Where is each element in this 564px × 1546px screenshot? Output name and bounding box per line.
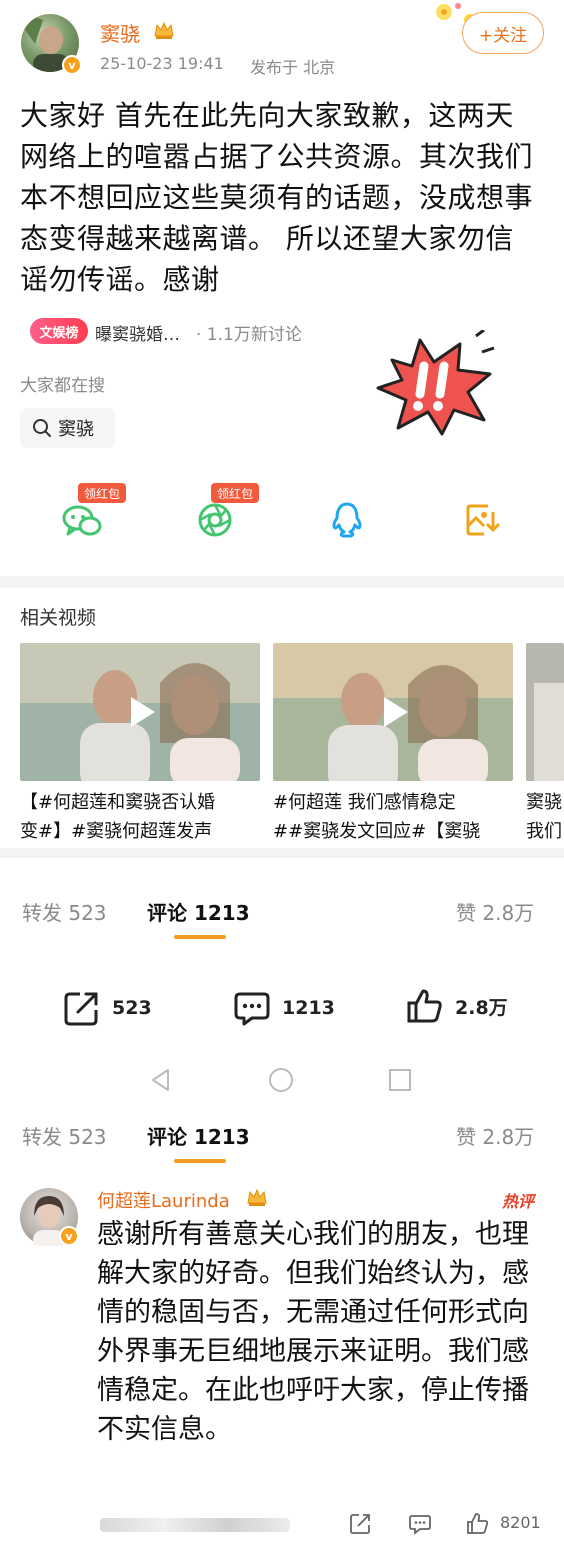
- verified-badge-icon: v: [59, 1226, 79, 1246]
- wechat-icon[interactable]: [60, 498, 104, 542]
- like-button[interactable]: 2.8万: [405, 986, 508, 1026]
- commenter-name[interactable]: 何超莲Laurinda: [97, 1187, 230, 1213]
- post-location: 发布于 北京: [250, 58, 336, 77]
- save-image-icon[interactable]: [460, 498, 504, 542]
- tab-active-indicator: [174, 935, 226, 939]
- trending-search-text: 窦骁: [58, 419, 94, 440]
- hot-topic-count: · 1.1万新讨论: [196, 325, 302, 345]
- hot-list-tag[interactable]: 文娱榜: [30, 318, 88, 344]
- nav-back-icon[interactable]: [148, 1067, 174, 1093]
- comment-button[interactable]: 1213: [232, 988, 335, 1028]
- comment-count: 1213: [282, 997, 335, 1019]
- hot-comment-badge: 热评: [502, 1192, 535, 1211]
- tab-repost[interactable]: 转发 523: [22, 897, 107, 926]
- crown-icon: [154, 21, 174, 39]
- repost-icon: [64, 992, 98, 1026]
- hot-topic-link[interactable]: 曝窦骁婚…: [95, 320, 180, 345]
- comment-text: 感谢所有善意关心我们的朋友，也理解大家的好奇。但我们始终认为，感情的稳固与否，无…: [97, 1219, 529, 1445]
- like-count: 2.8万: [455, 996, 508, 1019]
- blurred-reply-preview: [100, 1518, 290, 1532]
- video-caption[interactable]: 【#何超莲和窦骁否认婚 变#】#窦骁何超莲发声: [20, 788, 265, 846]
- comment-like-count: 8201: [500, 1513, 541, 1532]
- trending-search-chip[interactable]: 窦骁: [20, 408, 115, 448]
- video-thumbnail[interactable]: [20, 643, 260, 781]
- section-divider: [0, 848, 564, 858]
- tab-active-indicator: [174, 1159, 226, 1163]
- exclamation-burst-icon: [376, 330, 495, 436]
- video-caption[interactable]: #何超莲 我们感情稳定 ##窦骁发文回应#【窦骁: [273, 788, 518, 846]
- post-time: 25-10-23 19:41: [100, 54, 224, 73]
- section-divider: [0, 576, 564, 588]
- follow-button[interactable]: +关注: [462, 12, 544, 54]
- comment-like-icon[interactable]: [466, 1512, 490, 1536]
- repost-count: 523: [112, 997, 152, 1019]
- trending-search-label: 大家都在搜: [20, 376, 105, 396]
- qq-icon[interactable]: [325, 498, 369, 542]
- comment-repost-icon[interactable]: [348, 1512, 372, 1536]
- nav-recent-icon[interactable]: [387, 1067, 413, 1093]
- tab-comment[interactable]: 评论 1213: [147, 1121, 250, 1150]
- comment-icon: [234, 992, 270, 1026]
- video-thumbnail[interactable]: [526, 643, 564, 781]
- crown-icon: [247, 1188, 267, 1206]
- repost-button[interactable]: 523: [62, 988, 152, 1028]
- play-icon: [131, 697, 155, 727]
- thumbs-up-icon: [407, 989, 442, 1023]
- video-caption[interactable]: 窦骁 我们: [526, 788, 564, 846]
- post-text: 大家好 首先在此先向大家致歉，这两天网络上的喧嚣占据了公共资源。其次我们本不想回…: [20, 99, 534, 296]
- tab-repost[interactable]: 转发 523: [22, 1121, 107, 1150]
- nav-home-icon[interactable]: [268, 1067, 294, 1093]
- play-icon: [384, 697, 408, 727]
- moments-icon[interactable]: [193, 498, 237, 542]
- verified-badge-icon: v: [62, 55, 82, 75]
- comment-reply-icon[interactable]: [408, 1512, 432, 1536]
- author-name[interactable]: 窦骁: [100, 18, 140, 47]
- tab-comment[interactable]: 评论 1213: [147, 897, 250, 926]
- tab-like[interactable]: 赞 2.8万: [456, 1121, 534, 1150]
- video-thumbnail[interactable]: [273, 643, 513, 781]
- search-icon: [33, 419, 51, 437]
- related-videos-title: 相关视频: [20, 607, 97, 629]
- tab-like[interactable]: 赞 2.8万: [456, 897, 534, 926]
